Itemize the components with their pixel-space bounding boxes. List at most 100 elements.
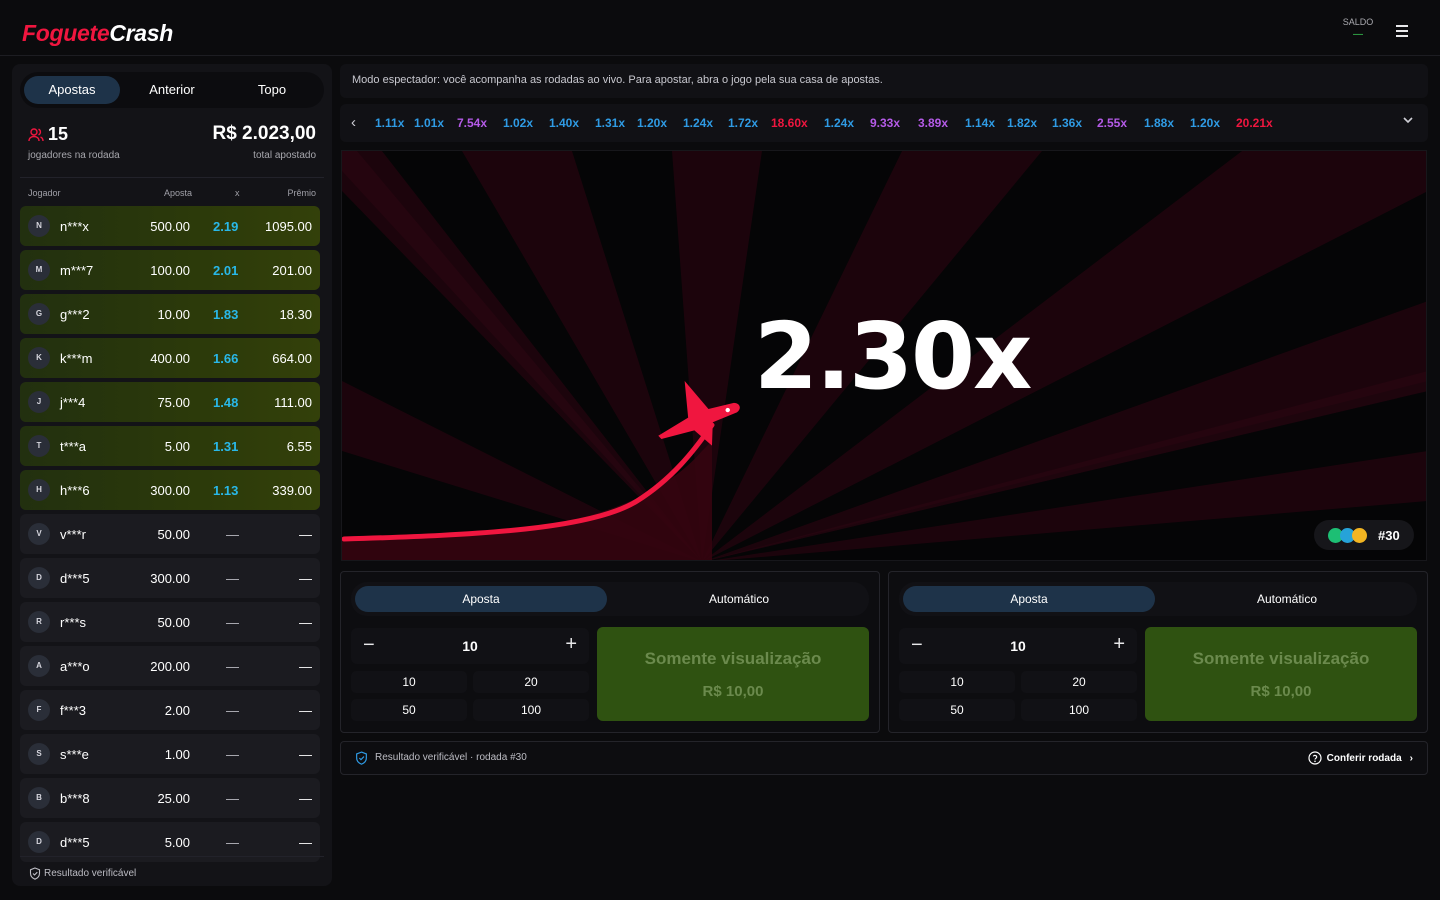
- help-circle-icon: [1308, 751, 1322, 765]
- bet-panel-1: Aposta Automático − 10 + 10 20 50 100 So…: [340, 571, 880, 733]
- player-name: h***6: [60, 483, 90, 498]
- round-badge: #30: [1314, 520, 1414, 550]
- chip-100[interactable]: 100: [1021, 699, 1137, 721]
- chip-20[interactable]: 20: [1021, 671, 1137, 693]
- chip-10[interactable]: 10: [351, 671, 467, 693]
- avatar: H: [28, 479, 50, 501]
- tab-anterior[interactable]: Anterior: [124, 76, 220, 104]
- plus-icon[interactable]: +: [565, 633, 577, 656]
- history-multiplier[interactable]: 7.54x: [457, 116, 487, 130]
- chip-20[interactable]: 20: [473, 671, 589, 693]
- history-multiplier[interactable]: 1.40x: [549, 116, 579, 130]
- history-multiplier[interactable]: 1.72x: [728, 116, 758, 130]
- avatar: M: [28, 259, 50, 281]
- round-stats: 15 jogadores na rodada R$ 2.023,00 total…: [28, 122, 316, 166]
- chevron-down-icon[interactable]: [1402, 113, 1414, 131]
- tab-aposta[interactable]: Aposta: [355, 586, 607, 612]
- tab-automatico[interactable]: Automático: [613, 586, 865, 612]
- player-prize: —: [299, 703, 312, 718]
- bet-amount-value[interactable]: 10: [351, 638, 589, 654]
- player-row: Rr***s 50.00 — —: [20, 602, 320, 642]
- history-multiplier[interactable]: 3.89x: [918, 116, 948, 130]
- player-multiplier: 1.31: [213, 439, 239, 454]
- chevron-left-icon[interactable]: ‹: [351, 114, 356, 131]
- history-multiplier[interactable]: 1.11x: [375, 116, 404, 130]
- avatar: F: [28, 699, 50, 721]
- player-prize: 6.55: [286, 439, 312, 454]
- logo-part-1: Foguete: [22, 20, 110, 46]
- player-name: d***5: [60, 571, 90, 586]
- history-multiplier[interactable]: 1.20x: [1190, 116, 1220, 130]
- bets-sidebar: Apostas Anterior Topo 15 jogadores na ro…: [12, 64, 332, 886]
- player-row: Nn***x 500.00 2.19 1095.00: [20, 206, 320, 246]
- conferir-rodada-link[interactable]: Conferir rodada ›: [1308, 751, 1413, 765]
- player-bet: 5.00: [164, 835, 190, 850]
- player-name: m***7: [60, 263, 94, 278]
- player-bet: 300.00: [150, 571, 190, 586]
- player-multiplier: —: [226, 703, 239, 718]
- avatar: J: [28, 391, 50, 413]
- history-multiplier[interactable]: 1.24x: [824, 116, 854, 130]
- players-label: jogadores na rodada: [28, 150, 120, 161]
- history-multiplier[interactable]: 1.01x: [414, 116, 444, 130]
- avatar: G: [28, 303, 50, 325]
- avatar: S: [28, 743, 50, 765]
- history-multiplier[interactable]: 1.82x: [1007, 116, 1037, 130]
- multiplier-history: ‹ 1.11x 1.01x 7.54x 1.02x 1.40x 1.31x 1.20x 1.2…: [340, 104, 1428, 142]
- round-number: #30: [1378, 528, 1400, 543]
- history-multiplier[interactable]: 1.02x: [503, 116, 533, 130]
- history-multiplier[interactable]: 18.60x: [771, 116, 808, 130]
- player-name: r***s: [60, 615, 87, 630]
- player-bet: 100.00: [150, 263, 190, 278]
- bet-amount-value[interactable]: 10: [899, 638, 1137, 654]
- chip-100[interactable]: 100: [473, 699, 589, 721]
- history-multiplier[interactable]: 1.20x: [637, 116, 667, 130]
- view-only-button[interactable]: Somente visualização R$ 10,00: [597, 627, 869, 721]
- player-name: g***2: [60, 307, 90, 322]
- avatar: D: [28, 567, 50, 589]
- top-header: FogueteCrash SALDO —: [0, 0, 1440, 56]
- player-name: t***a: [60, 439, 87, 454]
- bet-panel-tabs: Aposta Automático: [351, 582, 869, 616]
- chip-10[interactable]: 10: [899, 671, 1015, 693]
- player-bet: 50.00: [157, 615, 190, 630]
- history-multiplier[interactable]: 1.24x: [683, 116, 713, 130]
- view-only-label: Somente visualização: [1192, 649, 1370, 668]
- history-multiplier[interactable]: 1.31x: [595, 116, 625, 130]
- tab-automatico[interactable]: Automático: [1161, 586, 1413, 612]
- tab-apostas[interactable]: Apostas: [24, 76, 120, 104]
- shield-check-icon: [356, 751, 367, 765]
- plus-icon[interactable]: +: [1113, 633, 1125, 656]
- player-bet: 500.00: [150, 219, 190, 234]
- history-multiplier[interactable]: 1.14x: [965, 116, 995, 130]
- logo-part-2: Crash: [109, 20, 174, 46]
- col-prize: Prêmio: [287, 188, 316, 198]
- chip-50[interactable]: 50: [351, 699, 467, 721]
- users-icon: [28, 127, 44, 141]
- player-multiplier: 1.13: [213, 483, 239, 498]
- history-multiplier[interactable]: 9.33x: [870, 116, 900, 130]
- col-bet: Aposta: [164, 188, 193, 198]
- logo: FogueteCrash: [22, 20, 173, 47]
- player-prize: —: [299, 615, 312, 630]
- view-only-button[interactable]: Somente visualização R$ 10,00: [1145, 627, 1417, 721]
- hamburger-menu-icon[interactable]: [1392, 25, 1412, 41]
- round-dot-yellow-icon: [1352, 528, 1367, 543]
- player-prize: 201.00: [272, 263, 312, 278]
- chip-50[interactable]: 50: [899, 699, 1015, 721]
- players-table-header: Jogador Aposta x Prêmio: [20, 177, 324, 203]
- spectator-notice: Modo espectador: você acompanha as rodad…: [340, 64, 1428, 98]
- player-prize: —: [299, 791, 312, 806]
- history-multiplier[interactable]: 1.88x: [1144, 116, 1174, 130]
- player-multiplier: —: [226, 527, 239, 542]
- tab-aposta[interactable]: Aposta: [903, 586, 1155, 612]
- history-multiplier[interactable]: 20.21x: [1236, 116, 1273, 130]
- history-multiplier[interactable]: 1.36x: [1052, 116, 1082, 130]
- player-bet: 1.00: [164, 747, 190, 762]
- sidebar-footer: Resultado verificável: [20, 856, 324, 886]
- player-prize: 18.30: [279, 307, 312, 322]
- tab-topo[interactable]: Topo: [224, 76, 320, 104]
- bet-panel-tabs: Aposta Automático: [899, 582, 1417, 616]
- players-count: 15: [28, 124, 68, 145]
- history-multiplier[interactable]: 2.55x: [1097, 116, 1127, 130]
